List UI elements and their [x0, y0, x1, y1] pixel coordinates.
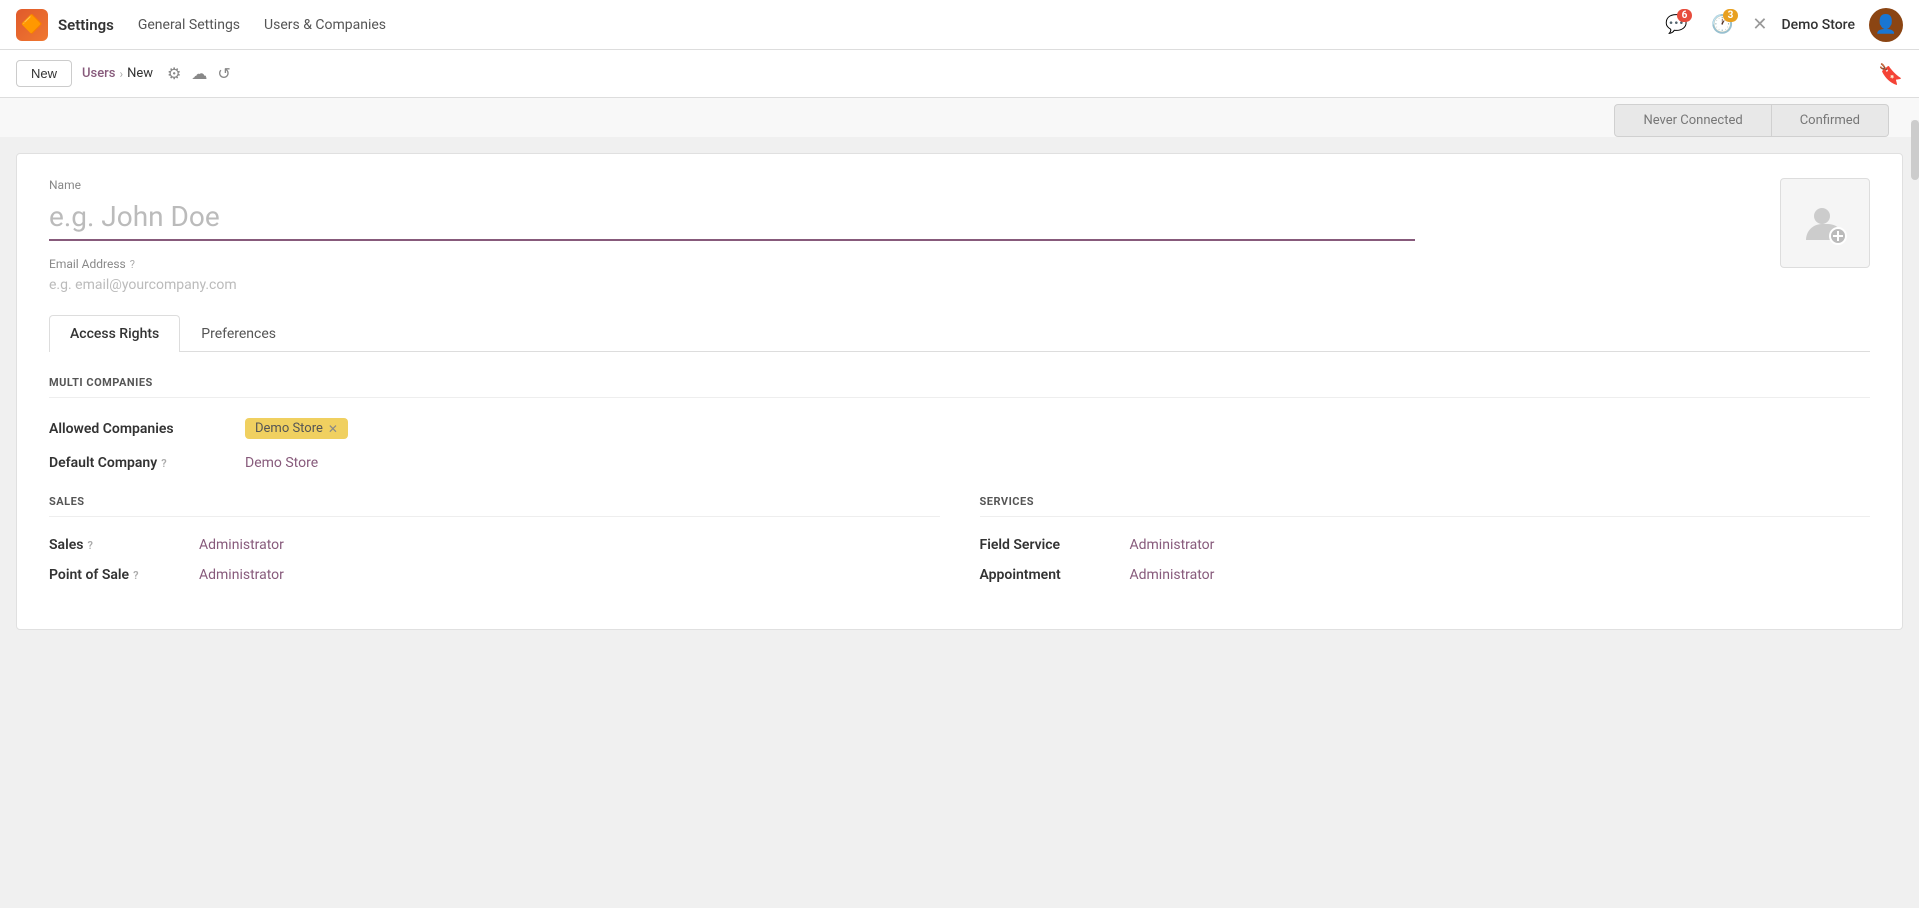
- messages-button[interactable]: 💬 6: [1660, 9, 1692, 41]
- avatar-upload[interactable]: [1780, 178, 1870, 268]
- messages-badge: 6: [1677, 9, 1693, 22]
- services-section: SERVICES Field Service Administrator App…: [980, 495, 1871, 597]
- status-confirmed[interactable]: Confirmed: [1772, 104, 1889, 137]
- services-header: SERVICES: [980, 495, 1871, 517]
- activities-badge: 3: [1723, 9, 1739, 22]
- services-field-row-0: Field Service Administrator: [980, 537, 1871, 553]
- tag-remove-icon[interactable]: ✕: [328, 422, 338, 436]
- allowed-companies-label: Allowed Companies: [49, 421, 229, 437]
- sales-header: SALES: [49, 495, 940, 517]
- sales-field-label-0: Sales ?: [49, 537, 199, 553]
- scrollbar-track[interactable]: [1911, 120, 1919, 901]
- nav-general-settings[interactable]: General Settings: [138, 17, 240, 33]
- email-help-icon: ?: [130, 258, 135, 271]
- status-steps: Never Connected Confirmed: [1614, 104, 1889, 137]
- app-name: Settings: [58, 16, 114, 34]
- multi-companies-header: MULTI COMPANIES: [49, 376, 1870, 398]
- status-never-connected[interactable]: Never Connected: [1614, 104, 1771, 137]
- name-input[interactable]: [49, 196, 1415, 241]
- sales-field-value-0[interactable]: Administrator: [199, 537, 284, 553]
- name-label: Name: [49, 178, 1870, 192]
- status-bar: Never Connected Confirmed: [0, 98, 1919, 137]
- page-content: Name Email Address ? Access Rights Prefe…: [0, 137, 1919, 908]
- form-card: Name Email Address ? Access Rights Prefe…: [16, 153, 1903, 630]
- upload-icon[interactable]: ☁: [191, 64, 207, 83]
- allowed-company-tag[interactable]: Demo Store ✕: [245, 418, 348, 439]
- breadcrumb-current: New: [127, 66, 153, 81]
- new-button[interactable]: New: [16, 60, 72, 87]
- services-field-label-0: Field Service: [980, 537, 1130, 553]
- settings-icon[interactable]: ⚙: [167, 64, 181, 83]
- sales-field-row-0: Sales ? Administrator: [49, 537, 940, 553]
- services-field-row-1: Appointment Administrator: [980, 567, 1871, 583]
- default-company-label: Default Company ?: [49, 455, 229, 471]
- refresh-icon[interactable]: ↺: [217, 64, 230, 83]
- sales-field-row-1: Point of Sale ? Administrator: [49, 567, 940, 583]
- tab-preferences[interactable]: Preferences: [180, 315, 297, 352]
- top-navigation: 🔶 Settings General Settings Users & Comp…: [0, 0, 1919, 50]
- nav-links: General Settings Users & Companies: [138, 17, 1661, 33]
- bookmark-icon[interactable]: 🔖: [1878, 62, 1903, 86]
- sales-field-value-1[interactable]: Administrator: [199, 567, 284, 583]
- store-name[interactable]: Demo Store: [1782, 17, 1856, 33]
- name-field-group: Name: [49, 178, 1870, 241]
- tab-content-access-rights: MULTI COMPANIES Allowed Companies Demo S…: [49, 352, 1870, 597]
- nav-users-companies[interactable]: Users & Companies: [264, 17, 386, 33]
- pos-help-icon: ?: [133, 569, 138, 582]
- allowed-companies-row: Allowed Companies Demo Store ✕: [49, 418, 1870, 439]
- breadcrumb-separator: ›: [119, 67, 123, 81]
- activities-button[interactable]: 🕐 3: [1706, 9, 1738, 41]
- tag-label: Demo Store: [255, 421, 323, 436]
- sales-field-label-1: Point of Sale ?: [49, 567, 199, 583]
- services-field-value-0[interactable]: Administrator: [1130, 537, 1215, 553]
- tabs: Access Rights Preferences: [49, 315, 1870, 352]
- app-logo[interactable]: 🔶: [16, 9, 48, 41]
- email-input[interactable]: [49, 275, 1415, 295]
- services-field-value-1[interactable]: Administrator: [1130, 567, 1215, 583]
- close-icon[interactable]: ✕: [1752, 14, 1767, 35]
- breadcrumb-users[interactable]: Users: [82, 66, 115, 81]
- tab-access-rights[interactable]: Access Rights: [49, 315, 180, 352]
- toolbar: New Users › New ⚙ ☁ ↺ 🔖: [0, 50, 1919, 98]
- default-company-value: Demo Store: [245, 455, 318, 471]
- topnav-right: 💬 6 🕐 3 ✕ Demo Store 👤: [1660, 8, 1903, 42]
- toolbar-icons: ⚙ ☁ ↺: [167, 64, 231, 83]
- two-column-section: SALES Sales ? Administrator Point of Sal…: [49, 495, 1870, 597]
- default-company-help-icon: ?: [161, 457, 166, 470]
- email-label: Email Address ?: [49, 257, 1870, 271]
- allowed-companies-value: Demo Store ✕: [245, 418, 348, 439]
- email-field-group: Email Address ?: [49, 257, 1870, 295]
- breadcrumb: Users › New: [82, 66, 153, 81]
- default-company-link[interactable]: Demo Store: [245, 455, 318, 471]
- user-avatar[interactable]: 👤: [1869, 8, 1903, 42]
- services-field-label-1: Appointment: [980, 567, 1130, 583]
- sales-help-icon: ?: [87, 539, 92, 552]
- sales-section: SALES Sales ? Administrator Point of Sal…: [49, 495, 940, 597]
- default-company-row: Default Company ? Demo Store: [49, 455, 1870, 471]
- scrollbar-thumb[interactable]: [1911, 120, 1919, 180]
